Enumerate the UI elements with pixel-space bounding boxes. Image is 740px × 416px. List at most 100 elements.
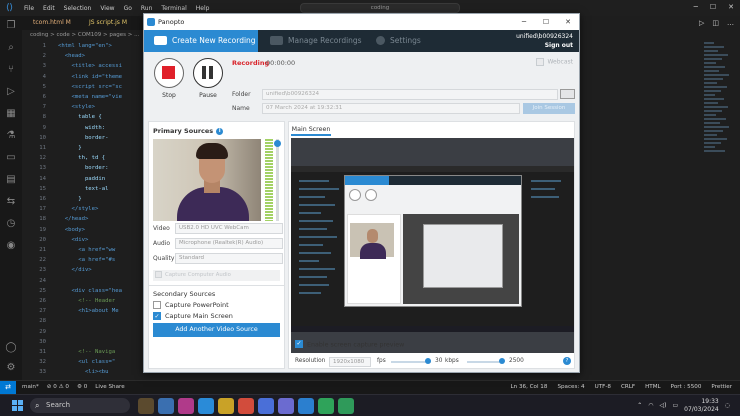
- folder-icon[interactable]: [218, 398, 234, 414]
- status-cursor-position[interactable]: Ln 36, Col 18: [511, 381, 548, 394]
- maximize-icon[interactable]: ☐: [536, 14, 556, 30]
- capture-main-screen-checkbox[interactable]: ✓ Capture Main Screen: [153, 311, 233, 320]
- status-port[interactable]: Port : 5500: [671, 381, 702, 394]
- manage-gear-icon[interactable]: ⚙: [5, 362, 17, 374]
- capture-powerpoint-label: Capture PowerPoint: [165, 301, 229, 309]
- add-video-source-button[interactable]: Add Another Video Source: [153, 323, 280, 337]
- tab-script-js[interactable]: JS script.js M: [86, 16, 130, 30]
- tab-main-screen[interactable]: Main Screen: [291, 124, 331, 136]
- minimize-icon[interactable]: ─: [514, 14, 534, 30]
- help-icon[interactable]: ?: [563, 357, 571, 365]
- menu-selection[interactable]: Selection: [64, 5, 92, 12]
- windows-start-icon[interactable]: [12, 400, 24, 412]
- sign-out-link[interactable]: Sign out: [516, 41, 573, 50]
- source-control-icon[interactable]: ⑂: [5, 64, 17, 76]
- status-eol[interactable]: CRLF: [621, 381, 635, 394]
- kbps-slider[interactable]: [467, 361, 503, 363]
- join-session-button[interactable]: Join Session: [523, 103, 575, 114]
- menu-view[interactable]: View: [100, 5, 114, 12]
- status-live-share[interactable]: Live Share: [95, 381, 124, 394]
- clock[interactable]: 19:33 07/03/2024: [684, 398, 719, 413]
- fps-slider-knob[interactable]: [425, 358, 431, 364]
- remote-explorer-icon[interactable]: ▭: [5, 152, 17, 164]
- account-icon[interactable]: ◯: [5, 342, 17, 354]
- menu-go[interactable]: Go: [124, 5, 132, 12]
- widgets-icon[interactable]: [138, 398, 154, 414]
- panopto-taskbar-icon[interactable]: [338, 398, 354, 414]
- tab-manage-recordings[interactable]: Manage Recordings: [266, 30, 366, 52]
- panopto-window-title: Panopto: [158, 18, 185, 26]
- audio-gain-slider[interactable]: [276, 139, 279, 221]
- code-line: }: [58, 145, 82, 151]
- menu-edit[interactable]: Edit: [43, 5, 55, 12]
- battery-icon[interactable]: ▭: [672, 402, 678, 409]
- status-ports[interactable]: ⚙ 0: [77, 381, 87, 394]
- teams-icon[interactable]: [278, 398, 294, 414]
- vscode-taskbar-icon[interactable]: [298, 398, 314, 414]
- minimap-line: [704, 62, 716, 64]
- close-icon[interactable]: ✕: [558, 14, 578, 30]
- file-explorer-icon[interactable]: [158, 398, 174, 414]
- menu-terminal[interactable]: Terminal: [161, 5, 186, 12]
- audio-select[interactable]: Microphone (Realtek(R) Audio): [175, 238, 283, 249]
- pause-button[interactable]: [193, 58, 223, 88]
- testing-icon[interactable]: ⚗: [5, 130, 17, 142]
- quality-select[interactable]: Standard: [175, 253, 283, 264]
- tab-settings[interactable]: Settings: [376, 30, 436, 52]
- status-language[interactable]: HTML: [645, 381, 661, 394]
- maximize-icon[interactable]: ☐: [710, 3, 716, 11]
- stop-button[interactable]: [154, 58, 184, 88]
- docker-icon[interactable]: ▤: [5, 174, 17, 186]
- line-number: 7: [42, 104, 46, 111]
- status-problems[interactable]: ⊘ 0 ⚠ 0: [47, 381, 69, 394]
- store-icon[interactable]: [258, 398, 274, 414]
- menu-help[interactable]: Help: [196, 5, 210, 12]
- wifi-icon[interactable]: ◠: [648, 402, 653, 409]
- split-editor-icon[interactable]: ◫: [712, 19, 719, 27]
- resolution-select[interactable]: 1920x1080: [329, 357, 371, 367]
- info-icon[interactable]: i: [216, 127, 224, 135]
- line-number: 4: [42, 73, 46, 80]
- enable-preview-checkbox[interactable]: ✓ Enable screen capture preview: [295, 340, 404, 349]
- search-icon[interactable]: ⌕: [5, 42, 17, 54]
- app-icon[interactable]: [178, 398, 194, 414]
- webcast-checkbox[interactable]: Webcast: [536, 58, 573, 66]
- tab-create-new-recording[interactable]: Create New Recording: [144, 30, 258, 52]
- chevron-up-icon[interactable]: ⌃: [637, 402, 642, 409]
- copilot-icon[interactable]: ◉: [5, 240, 17, 252]
- remote-indicator-icon[interactable]: ⇄: [0, 381, 16, 394]
- folder-browse-button[interactable]: [560, 89, 575, 99]
- audio-gain-knob[interactable]: [274, 140, 281, 147]
- status-encoding[interactable]: UTF-8: [595, 381, 611, 394]
- notifications-icon[interactable]: ◌: [725, 402, 730, 409]
- status-indent[interactable]: Spaces: 4: [557, 381, 584, 394]
- capture-powerpoint-checkbox[interactable]: Capture PowerPoint: [153, 300, 229, 309]
- minimize-icon[interactable]: ─: [694, 3, 698, 11]
- office-icon[interactable]: [238, 398, 254, 414]
- close-icon[interactable]: ✕: [728, 3, 734, 11]
- kbps-slider-knob[interactable]: [499, 358, 505, 364]
- code-editor[interactable]: 1 <html lang="en"> 2 <head> 3 <title> acces…: [22, 41, 146, 380]
- volume-icon[interactable]: ◁): [660, 402, 667, 409]
- name-field[interactable]: 07 March 2024 at 19:32:31: [262, 103, 520, 114]
- run-debug-icon[interactable]: ▷: [5, 86, 17, 98]
- live-share-icon[interactable]: ⇆: [5, 196, 17, 208]
- video-select[interactable]: USB2.0 HD UVC WebCam: [175, 223, 283, 234]
- explorer-icon[interactable]: ❐: [5, 20, 17, 32]
- menu-file[interactable]: File: [24, 5, 34, 12]
- status-prettier[interactable]: Prettier: [711, 381, 732, 394]
- minimap[interactable]: [704, 42, 730, 182]
- edge-icon[interactable]: [198, 398, 214, 414]
- status-branch[interactable]: main*: [22, 381, 39, 394]
- timeline-icon[interactable]: ◷: [5, 218, 17, 230]
- vscode-command-search[interactable]: coding: [300, 3, 460, 13]
- folder-field[interactable]: unified\b00926324: [262, 89, 558, 100]
- chrome-icon[interactable]: [318, 398, 334, 414]
- capture-computer-audio-checkbox[interactable]: Capture Computer Audio: [153, 270, 280, 281]
- more-actions-icon[interactable]: …: [727, 19, 734, 27]
- extensions-icon[interactable]: ▦: [5, 108, 17, 120]
- run-icon[interactable]: ▷: [699, 19, 704, 27]
- menu-run[interactable]: Run: [141, 5, 153, 12]
- taskbar-search[interactable]: ⌕ Search: [30, 398, 130, 413]
- tab-tcom-html[interactable]: tcom.html M: [30, 16, 74, 30]
